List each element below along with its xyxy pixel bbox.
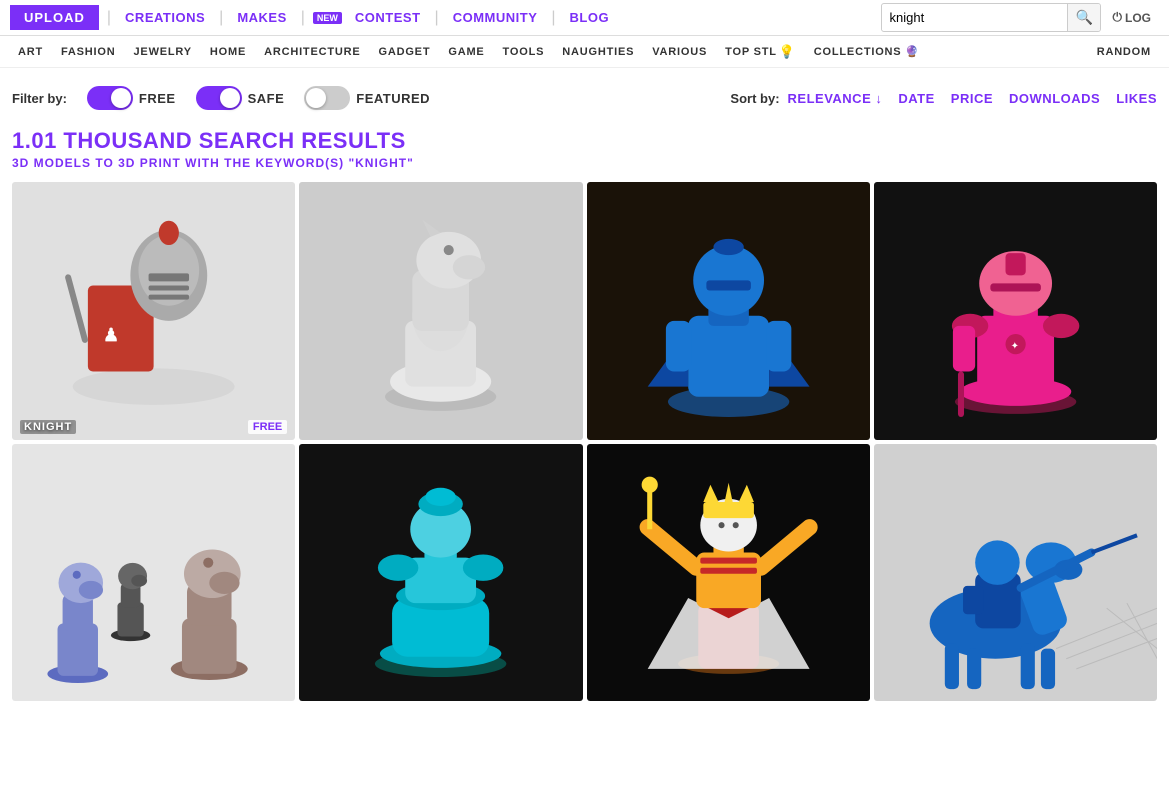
grid-item-2[interactable] (299, 182, 582, 440)
results-heading: 1.01 THOUSAND SEARCH RESULTS 3D MODELS T… (0, 120, 1169, 174)
grid-item-3[interactable] (587, 182, 870, 440)
nav-sep-5: | (551, 9, 555, 27)
search-input[interactable] (882, 5, 1067, 30)
free-filter-group: FREE (87, 86, 176, 110)
safe-toggle[interactable] (196, 86, 242, 110)
nav-architecture[interactable]: ARCHITECTURE (256, 46, 368, 58)
item-label-1: KNIGHT (20, 420, 76, 434)
model-image-5 (12, 444, 295, 702)
nav-sep-3: | (301, 9, 305, 27)
model-image-1: ♟ (12, 182, 295, 440)
login-button[interactable]: ⏻ LOG (1105, 10, 1160, 25)
grid-item-8[interactable] (874, 444, 1157, 702)
model-image-7 (587, 444, 870, 702)
nav-community[interactable]: COMMUNITY (447, 10, 544, 25)
sort-date[interactable]: DATE (898, 91, 934, 106)
nav-random[interactable]: RANDOM (1089, 46, 1159, 58)
free-toggle-knob (111, 88, 131, 108)
free-label: FREE (139, 91, 176, 106)
nav-jewelry[interactable]: JEWELRY (126, 46, 200, 58)
new-badge: NEW (313, 12, 342, 24)
nav-top-stl[interactable]: TOP STL 💡 (717, 44, 804, 60)
grid-item-4[interactable]: ✦ (874, 182, 1157, 440)
nav-fashion[interactable]: FASHION (53, 46, 124, 58)
nav-sep-2: | (219, 9, 223, 27)
sort-relevance[interactable]: RELEVANCE ↓ (788, 91, 883, 106)
nav-creations[interactable]: CREATIONS (119, 10, 211, 25)
sort-downloads[interactable]: DOWNLOADS (1009, 91, 1100, 106)
free-toggle[interactable] (87, 86, 133, 110)
sort-likes[interactable]: LIKES (1116, 91, 1157, 106)
power-icon: ⏻ (1113, 10, 1123, 25)
login-label: LOG (1125, 11, 1151, 25)
featured-toggle-knob (306, 88, 326, 108)
second-nav: ART FASHION JEWELRY HOME ARCHITECTURE GA… (0, 36, 1169, 68)
nav-sep-1: | (107, 9, 111, 27)
grid-item-1[interactable]: ♟ KNIGHT FREE (12, 182, 295, 440)
nav-contest[interactable]: CONTEST (349, 10, 427, 25)
sort-area: Sort by: RELEVANCE ↓ DATE PRICE DOWNLOAD… (730, 91, 1157, 106)
nav-blog[interactable]: BLOG (564, 10, 616, 25)
svg-text:♟: ♟ (103, 325, 119, 345)
nav-sep-4: | (435, 9, 439, 27)
grid-item-7[interactable] (587, 444, 870, 702)
bulb-icon: 💡 (779, 44, 796, 60)
safe-filter-group: SAFE (196, 86, 285, 110)
safe-label: SAFE (248, 91, 285, 106)
results-subtitle: 3D MODELS TO 3D PRINT WITH THE KEYWORD(S… (12, 156, 1157, 170)
model-image-4: ✦ (874, 182, 1157, 440)
filter-label: Filter by: (12, 91, 67, 106)
filter-bar: Filter by: FREE SAFE FEATURED Sort by: R… (0, 68, 1169, 120)
model-image-2 (299, 182, 582, 440)
upload-button[interactable]: UPLOAD (10, 5, 99, 30)
results-count: 1.01 THOUSAND SEARCH RESULTS (12, 128, 1157, 154)
featured-toggle[interactable] (304, 86, 350, 110)
sort-label: Sort by: (730, 91, 779, 106)
grid-item-6[interactable] (299, 444, 582, 702)
svg-text:✦: ✦ (1010, 341, 1018, 352)
nav-various[interactable]: VARIOUS (644, 46, 715, 58)
model-image-8 (874, 444, 1157, 702)
nav-naughties[interactable]: NAUGHTIES (554, 46, 642, 58)
safe-toggle-knob (220, 88, 240, 108)
item-badge-1: FREE (248, 420, 287, 434)
featured-label: FEATURED (356, 91, 430, 106)
top-nav: UPLOAD | CREATIONS | MAKES | NEW CONTEST… (0, 0, 1169, 36)
results-grid: ♟ KNIGHT FREE (0, 174, 1169, 709)
nav-gadget[interactable]: GADGET (370, 46, 438, 58)
search-button[interactable]: 🔍 (1067, 4, 1101, 31)
sort-price[interactable]: PRICE (951, 91, 993, 106)
search-area: 🔍 (881, 3, 1101, 32)
nav-makes[interactable]: MAKES (231, 10, 292, 25)
nav-collections[interactable]: COLLECTIONS 🔮 (806, 45, 928, 58)
featured-filter-group: FEATURED (304, 86, 430, 110)
grid-item-5[interactable] (12, 444, 295, 702)
model-image-6 (299, 444, 582, 702)
nav-game[interactable]: GAME (440, 46, 492, 58)
nav-tools[interactable]: TOOLS (495, 46, 553, 58)
nav-home[interactable]: HOME (202, 46, 254, 58)
model-image-3 (587, 182, 870, 440)
nav-art[interactable]: ART (10, 46, 51, 58)
